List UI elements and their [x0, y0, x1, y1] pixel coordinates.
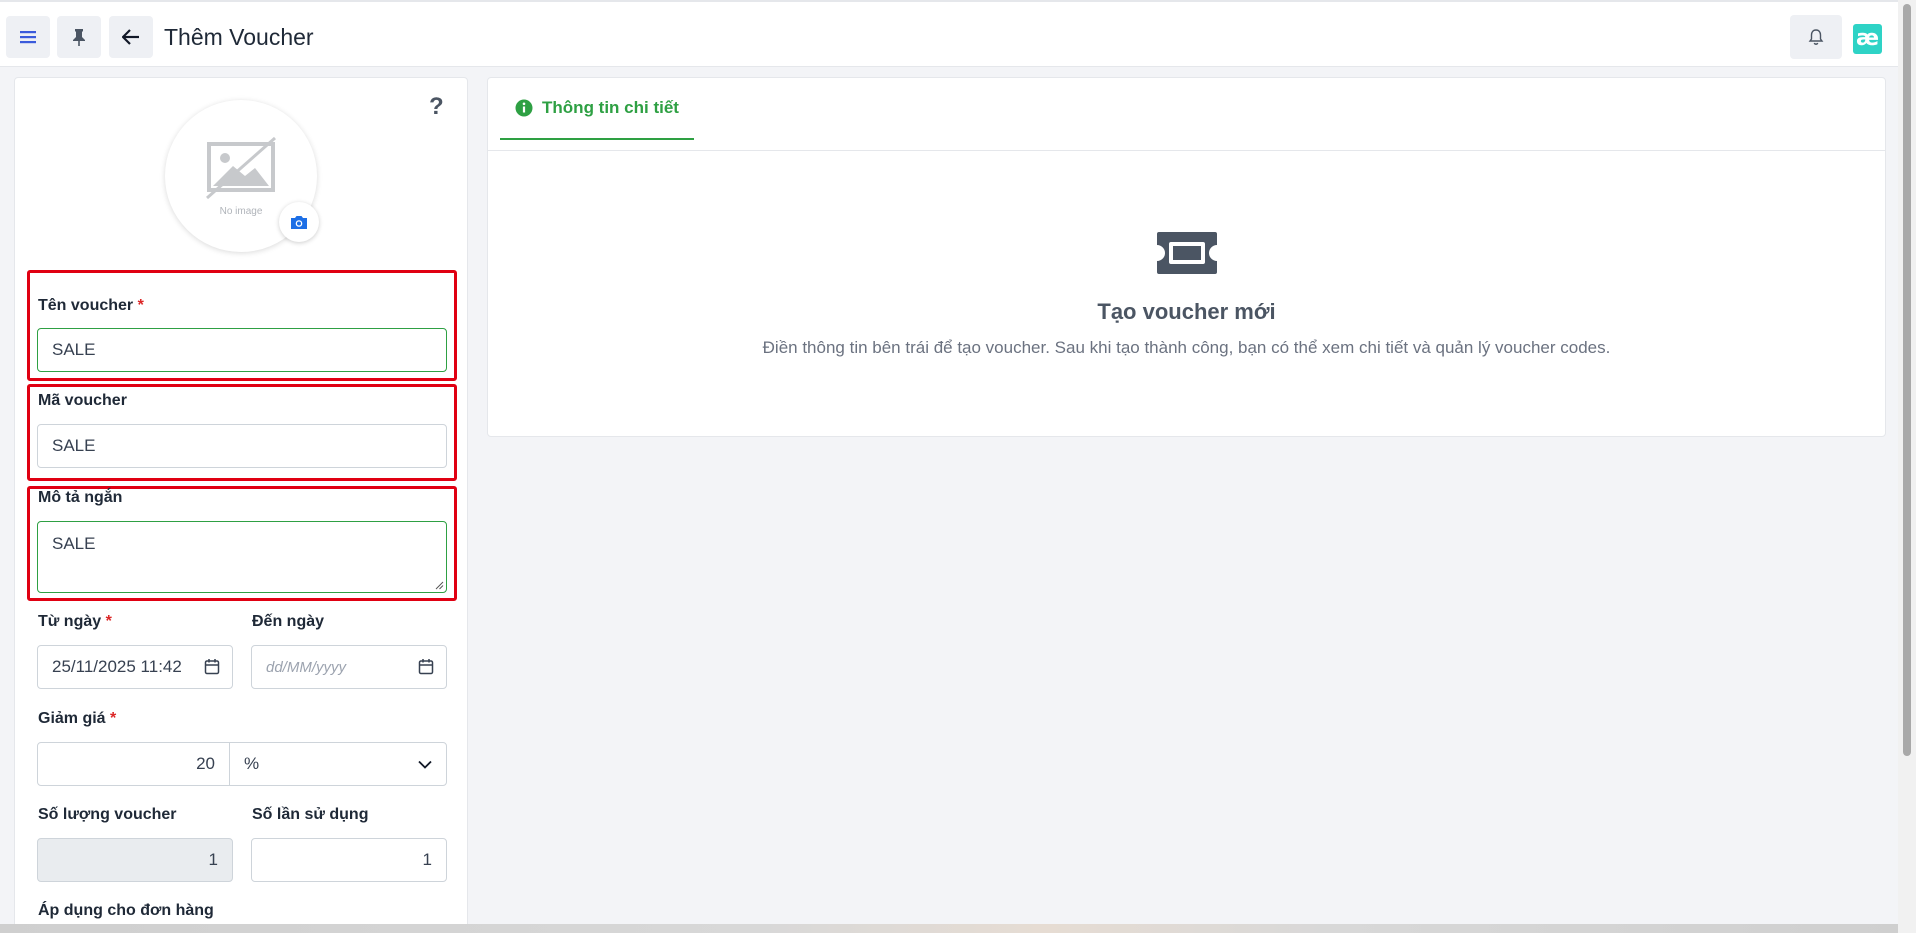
calendar-icon[interactable]	[204, 658, 220, 675]
discount-value: 20	[196, 754, 215, 773]
notifications-button[interactable]	[1790, 15, 1842, 59]
usage-count-input[interactable]: 1	[251, 838, 447, 882]
vertical-scrollbar[interactable]	[1898, 0, 1916, 933]
menu-icon	[20, 31, 36, 44]
discount-unit-value: %	[244, 754, 260, 773]
discount-unit-select[interactable]: %	[229, 742, 447, 786]
tab-details[interactable]: Thông tin chi tiết	[500, 78, 694, 140]
tab-divider	[488, 150, 1885, 151]
app-logo[interactable]: æ	[1853, 24, 1882, 54]
description-value: SALE	[52, 534, 96, 553]
bell-icon	[1808, 29, 1824, 45]
to-date-label: Đến ngày	[252, 613, 325, 630]
to-date-placeholder: dd/MM/yyyy	[266, 658, 347, 676]
upload-image-button[interactable]	[279, 202, 319, 242]
voucher-code-value: SALE	[52, 436, 96, 455]
voucher-form-panel: ? No image Tên voucher * SALE Mã voucher…	[14, 77, 468, 933]
pin-icon	[73, 29, 85, 46]
bottom-strip	[0, 924, 1898, 933]
discount-value-input[interactable]: 20	[37, 742, 230, 786]
voucher-details-panel: Thông tin chi tiết Tạo voucher mới Điền …	[487, 77, 1886, 437]
voucher-name-input[interactable]: SALE	[37, 328, 447, 372]
description-textarea[interactable]: SALE	[37, 521, 447, 593]
discount-label: Giảm giá *	[38, 710, 116, 728]
voucher-name-label: Tên voucher *	[38, 297, 144, 315]
description-label: Mô tả ngắn	[38, 489, 123, 506]
top-bar: Thêm Voucher æ	[0, 0, 1898, 67]
from-date-label-text: Từ ngày	[38, 613, 102, 630]
tab-details-label: Thông tin chi tiết	[542, 98, 679, 117]
no-image-text: No image	[219, 205, 263, 217]
chevron-down-icon	[418, 760, 432, 769]
apply-for-order-label: Áp dụng cho đơn hàng	[38, 902, 214, 919]
ticket-icon	[1157, 232, 1217, 274]
voucher-quantity-input: 1	[37, 838, 233, 882]
required-mark: *	[110, 710, 117, 727]
camera-icon	[291, 216, 307, 229]
empty-state-description: Điền thông tin bên trái để tạo voucher. …	[762, 338, 1611, 357]
usage-count-value: 1	[422, 850, 432, 869]
pin-button[interactable]	[57, 16, 101, 58]
menu-button[interactable]	[6, 16, 50, 58]
voucher-code-label: Mã voucher	[38, 392, 127, 409]
calendar-icon[interactable]	[418, 658, 434, 675]
discount-label-text: Giảm giá	[38, 710, 106, 727]
back-arrow-icon	[122, 29, 139, 45]
resize-handle-icon	[435, 581, 444, 590]
to-date-input[interactable]: dd/MM/yyyy	[251, 645, 447, 689]
voucher-quantity-value: 1	[208, 850, 218, 869]
scrollbar-thumb[interactable]	[1903, 4, 1911, 756]
page-title: Thêm Voucher	[164, 24, 314, 50]
voucher-name-value: SALE	[52, 340, 96, 359]
from-date-input[interactable]: 25/11/2025 11:42	[37, 645, 233, 689]
help-icon[interactable]: ?	[429, 93, 444, 121]
required-mark: *	[137, 297, 144, 314]
no-image-icon	[206, 136, 276, 199]
from-date-value: 25/11/2025 11:42	[52, 657, 182, 676]
required-mark: *	[105, 613, 112, 630]
voucher-code-input[interactable]: SALE	[37, 424, 447, 468]
info-icon	[515, 99, 533, 117]
voucher-name-label-text: Tên voucher	[38, 297, 134, 314]
back-button[interactable]	[109, 16, 153, 58]
from-date-label: Từ ngày *	[38, 613, 112, 631]
empty-state-title: Tạo voucher mới	[1097, 299, 1276, 324]
usage-count-label: Số lần sử dụng	[252, 806, 369, 823]
voucher-quantity-label: Số lượng voucher	[38, 806, 177, 823]
